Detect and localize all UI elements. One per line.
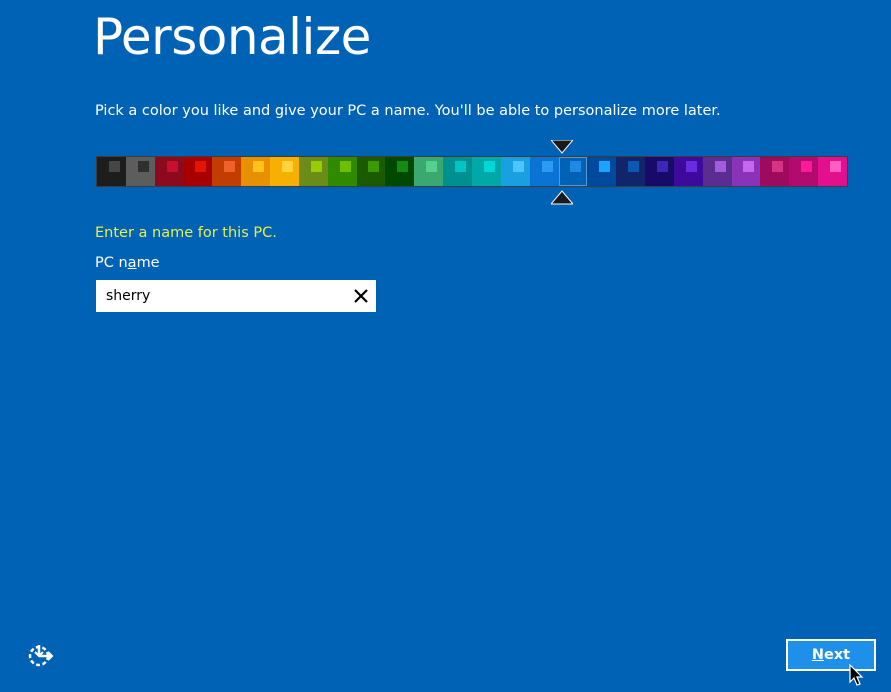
color-swatch[interactable]	[125, 157, 155, 186]
color-swatch-accent	[656, 161, 668, 172]
color-swatch[interactable]	[385, 157, 415, 186]
color-swatch-accent	[339, 161, 351, 172]
next-button-suffix: ext	[824, 647, 851, 663]
color-swatch[interactable]	[818, 157, 847, 186]
color-swatch[interactable]	[471, 157, 501, 186]
color-swatch[interactable]	[414, 157, 444, 186]
color-swatch-accent	[801, 161, 813, 172]
color-swatch[interactable]	[529, 157, 559, 186]
color-swatch-accent	[281, 161, 293, 172]
selection-marker-top-icon	[551, 140, 573, 154]
color-swatch[interactable]	[97, 157, 126, 186]
color-swatch-accent	[829, 161, 841, 172]
color-swatch-accent	[108, 161, 120, 172]
color-swatch-accent	[512, 161, 524, 172]
color-swatch[interactable]	[241, 157, 271, 186]
color-swatch-accent	[253, 161, 265, 172]
name-prompt: Enter a name for this PC.	[95, 225, 277, 241]
color-swatch-accent	[426, 161, 438, 172]
color-swatch-accent	[310, 161, 322, 172]
color-swatch-accent	[541, 161, 553, 172]
page-subtitle: Pick a color you like and give your PC a…	[95, 103, 721, 119]
color-swatch-accent	[685, 161, 697, 172]
color-swatch-accent	[599, 161, 611, 172]
color-swatch[interactable]	[500, 157, 530, 186]
color-palette[interactable]	[96, 156, 848, 187]
color-swatch[interactable]	[327, 157, 357, 186]
color-swatch[interactable]	[616, 157, 646, 186]
color-swatch-accent	[368, 161, 380, 172]
pc-name-input[interactable]	[96, 280, 346, 312]
pc-name-label: PC name	[95, 255, 160, 271]
color-swatch[interactable]	[443, 157, 472, 186]
color-swatch[interactable]	[702, 157, 732, 186]
page-title: Personalize	[93, 8, 371, 66]
color-swatch-accent	[772, 161, 784, 172]
color-swatch-accent	[743, 161, 755, 172]
color-swatch-accent	[570, 161, 582, 172]
next-button-accesskey: N	[811, 647, 824, 663]
selection-marker-bottom-icon	[551, 190, 573, 205]
mouse-pointer-icon	[849, 664, 864, 686]
color-swatch[interactable]	[789, 157, 819, 186]
close-icon[interactable]	[352, 287, 370, 305]
color-swatch[interactable]	[183, 157, 213, 186]
pc-name-label-accesskey: a	[127, 255, 137, 271]
color-swatch[interactable]	[270, 157, 299, 186]
pc-name-label-part1: PC n	[95, 255, 128, 271]
color-swatch-accent	[714, 161, 726, 172]
pc-name-field	[96, 280, 376, 312]
color-swatch-accent	[137, 161, 149, 172]
color-swatch[interactable]	[587, 157, 617, 186]
color-swatch[interactable]	[760, 157, 790, 186]
pc-name-label-part2: me	[136, 255, 160, 271]
color-swatch[interactable]	[298, 157, 328, 186]
color-swatch-accent	[628, 161, 640, 172]
ease-of-access-icon[interactable]	[26, 642, 54, 668]
color-swatch[interactable]	[731, 157, 761, 186]
color-swatch[interactable]	[645, 157, 674, 186]
color-swatch[interactable]	[212, 157, 242, 186]
color-swatch-accent	[483, 161, 495, 172]
color-swatch[interactable]	[673, 157, 703, 186]
color-swatch-accent	[454, 161, 466, 172]
color-swatch[interactable]	[356, 157, 386, 186]
color-swatch-accent	[224, 161, 236, 172]
color-swatch-accent	[397, 161, 409, 172]
color-swatch[interactable]	[558, 157, 588, 186]
color-swatch-accent	[166, 161, 178, 172]
color-swatch[interactable]	[154, 157, 184, 186]
color-swatch-accent	[195, 161, 207, 172]
